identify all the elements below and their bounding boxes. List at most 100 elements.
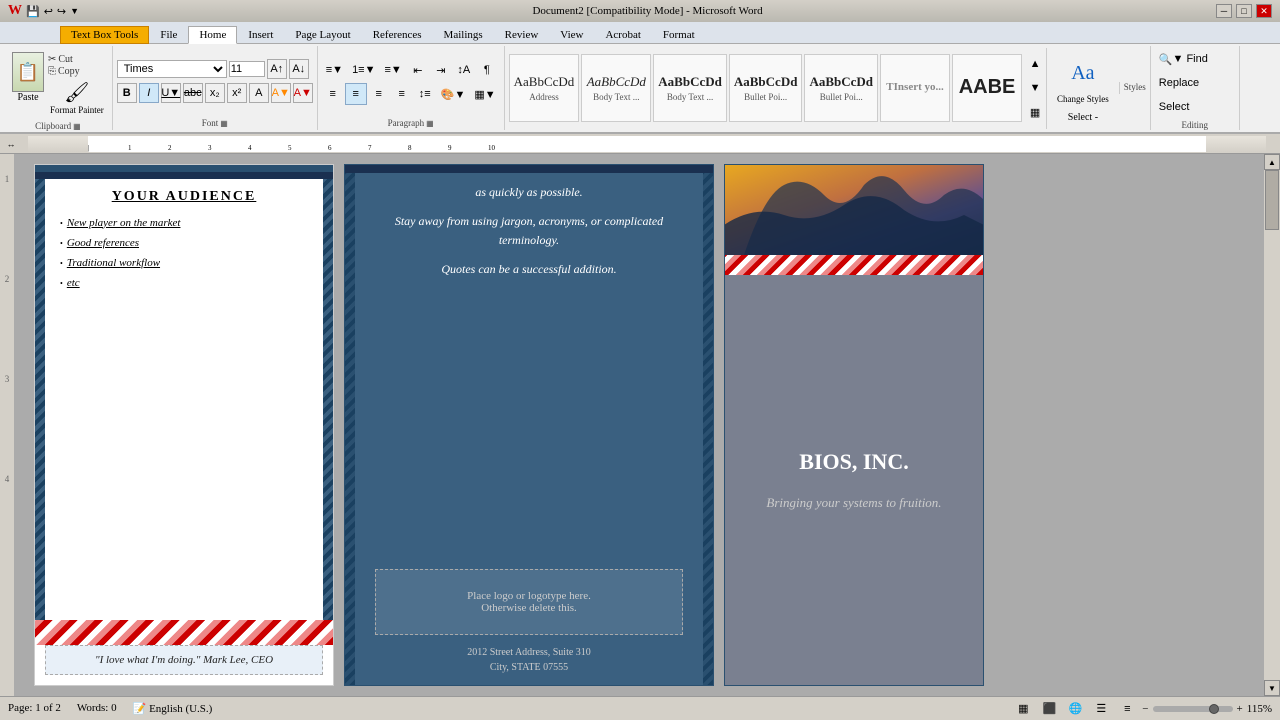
paste-icon: 📋 (12, 52, 44, 92)
tab-file[interactable]: File (149, 26, 188, 43)
style-heading[interactable]: AABE (952, 54, 1022, 122)
textbox-tools-tab[interactable]: Text Box Tools (60, 26, 149, 44)
left-margin: 1 2 3 4 (0, 154, 14, 696)
draft-button[interactable]: ≡ (1116, 698, 1138, 720)
style-bullet-1[interactable]: AaBbCcDd Bullet Poi... (729, 54, 803, 122)
styles-more[interactable]: ▦ (1024, 101, 1046, 123)
style-address-label: Address (529, 92, 559, 102)
highlight-color-button[interactable]: A▼ (271, 83, 291, 103)
select-all-button[interactable]: Select (1155, 96, 1235, 118)
minimize-button[interactable]: ─ (1216, 4, 1232, 18)
styles-scroll-up[interactable]: ▲ (1024, 53, 1046, 75)
scroll-thumb[interactable] (1265, 170, 1279, 230)
styles-scroll-down[interactable]: ▼ (1024, 77, 1046, 99)
tab-review[interactable]: Review (494, 26, 550, 43)
tab-references[interactable]: References (362, 26, 433, 43)
show-formatting-button[interactable]: ¶ (476, 59, 498, 81)
shading-button[interactable]: 🎨▼ (437, 83, 470, 105)
underline-button[interactable]: U▼ (161, 83, 181, 103)
style-body-text-2-preview: AaBbCcDd (658, 74, 722, 90)
style-bullet-2-label: Bullet Poi... (820, 92, 863, 102)
maximize-button[interactable]: □ (1236, 4, 1252, 18)
strikethrough-button[interactable]: abc (183, 83, 203, 103)
style-bullet-2[interactable]: AaBbCcDd Bullet Poi... (804, 54, 878, 122)
select-button[interactable]: Select - (1051, 110, 1115, 125)
zoom-slider[interactable] (1153, 706, 1233, 712)
tab-home[interactable]: Home (188, 26, 237, 44)
print-layout-button[interactable]: ▦ (1012, 698, 1034, 720)
bullet-dot-3: • (60, 259, 63, 268)
full-screen-button[interactable]: ⬛ (1038, 698, 1060, 720)
tab-page-layout[interactable]: Page Layout (284, 26, 361, 43)
scroll-down-button[interactable]: ▼ (1264, 680, 1280, 696)
font-expand-icon[interactable]: ▦ (220, 119, 228, 128)
outline-button[interactable]: ☰ (1090, 698, 1112, 720)
close-button[interactable]: ✕ (1256, 4, 1272, 18)
indent-increase-button[interactable]: ⇥ (430, 59, 452, 81)
styles-label: Styles (1124, 82, 1146, 92)
scroll-up-button[interactable]: ▲ (1264, 154, 1280, 170)
font-name-select[interactable]: Times (117, 60, 227, 78)
language-indicator[interactable]: 📝 English (U.S.) (133, 702, 213, 715)
font-size-input[interactable] (229, 61, 265, 77)
right-border-stripe (323, 179, 333, 620)
cut-button[interactable]: ✂ Cut (48, 54, 106, 65)
font-controls: Times A↑ A↓ B I U▼ abc x₂ x² A A▼ A▼ (117, 48, 313, 116)
style-insert-preview: TInsert yo... (886, 81, 943, 93)
quick-access-undo[interactable]: ↩ (44, 5, 53, 18)
zoom-in-button[interactable]: + (1237, 703, 1243, 715)
tab-mailings[interactable]: Mailings (433, 26, 494, 43)
style-body-text-1[interactable]: AaBbCcDd Body Text ... (581, 54, 651, 122)
tab-acrobat[interactable]: Acrobat (594, 26, 651, 43)
clipboard-expand-icon[interactable]: ▦ (73, 122, 81, 131)
ruler-left-marker: ↔ (4, 139, 18, 149)
justify-button[interactable]: ≡ (391, 83, 413, 105)
left-panel-header-dark (35, 172, 333, 179)
indent-decrease-button[interactable]: ⇤ (407, 59, 429, 81)
quick-access-save[interactable]: 💾 (26, 5, 40, 18)
italic-button[interactable]: I (139, 83, 159, 103)
tab-insert[interactable]: Insert (237, 26, 284, 43)
font-color-button[interactable]: A▼ (293, 83, 313, 103)
replace-button[interactable]: Replace (1155, 72, 1235, 94)
style-insert[interactable]: TInsert yo... (880, 54, 950, 122)
style-body-text-2[interactable]: AaBbCcDd Body Text ... (653, 54, 727, 122)
align-center-button[interactable]: ≡ (345, 83, 367, 105)
style-address[interactable]: AaBbCcDd Address (509, 54, 580, 122)
style-body-text-1-preview: AaBbCcDd (587, 74, 646, 90)
quick-access-more[interactable]: ▼ (70, 6, 79, 16)
page-info: Page: 1 of 2 (8, 702, 61, 715)
decrease-font-button[interactable]: A↓ (289, 59, 309, 79)
sort-button[interactable]: ↕A (453, 59, 475, 81)
text-effects-button[interactable]: A (249, 83, 269, 103)
quick-access-redo[interactable]: ↪ (57, 5, 66, 18)
change-styles-button[interactable]: Aa Change Styles (1051, 52, 1115, 106)
find-button[interactable]: 🔍 ▼ Find (1155, 48, 1235, 70)
increase-font-button[interactable]: A↑ (267, 59, 287, 79)
align-left-button[interactable]: ≡ (322, 83, 344, 105)
cut-icon: ✂ (48, 54, 56, 65)
line-spacing-button[interactable]: ↕≡ (414, 83, 436, 105)
paste-label: Paste (17, 92, 38, 103)
tab-format[interactable]: Format (652, 26, 706, 43)
border-button[interactable]: ▦▼ (470, 83, 499, 105)
format-painter-button[interactable]: 🖌 Format Painter (48, 78, 106, 117)
copy-button[interactable]: ⎘ Copy (48, 66, 106, 77)
subscript-button[interactable]: x₂ (205, 83, 225, 103)
zoom-out-button[interactable]: − (1142, 703, 1148, 715)
zoom-level[interactable]: 115% (1247, 703, 1272, 715)
paste-button[interactable]: 📋 Paste (10, 50, 46, 117)
main-area: 1 2 3 4 YOUR AUDIENCE • New player on th… (0, 154, 1280, 696)
numbering-button[interactable]: 1≡▼ (348, 59, 379, 81)
multilevel-list-button[interactable]: ≡▼ (381, 59, 406, 81)
align-right-button[interactable]: ≡ (368, 83, 390, 105)
scrollbar-right[interactable]: ▲ ▼ (1264, 154, 1280, 696)
style-body-text-1-label: Body Text ... (593, 92, 639, 102)
bullets-button[interactable]: ≡▼ (322, 59, 347, 81)
bold-button[interactable]: B (117, 83, 137, 103)
para-expand-icon[interactable]: ▦ (426, 119, 434, 128)
web-layout-button[interactable]: 🌐 (1064, 698, 1086, 720)
superscript-button[interactable]: x² (227, 83, 247, 103)
document-area[interactable]: YOUR AUDIENCE • New player on the market… (14, 154, 1264, 696)
tab-view[interactable]: View (549, 26, 594, 43)
